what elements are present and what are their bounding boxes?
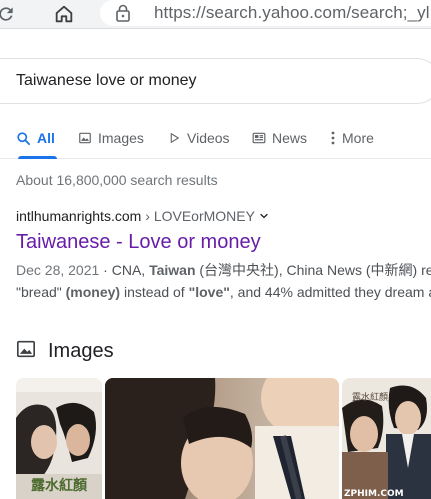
result-date: Dec 28, 2021: [16, 262, 100, 278]
image-icon: [78, 131, 92, 145]
poster-3-site: ZPHIM.COM: [344, 489, 404, 499]
tab-more[interactable]: More: [330, 118, 374, 158]
search-input[interactable]: Taiwanese love or money: [16, 72, 197, 90]
snippet-line-1: Dec 28, 2021 · CNA, Taiwan (台灣中央社), Chin…: [16, 259, 431, 281]
tab-images-label: Images: [98, 130, 144, 146]
tab-news[interactable]: News: [252, 118, 307, 158]
tab-news-label: News: [272, 130, 308, 146]
poster-1-title: 露水紅顏: [31, 477, 88, 494]
image-thumbnail-1[interactable]: 露水紅顏: [16, 378, 102, 499]
tab-all-label: All: [37, 130, 55, 146]
browser-toolbar: https://search.yahoo.com/search;_yl: [0, 0, 431, 29]
tab-images[interactable]: Images: [78, 118, 144, 158]
snippet-bold: Taiwan: [149, 262, 196, 278]
tab-videos[interactable]: Videos: [168, 118, 230, 158]
search-icon: [16, 131, 31, 146]
tab-all[interactable]: All: [16, 118, 57, 159]
snippet-line-2: "bread" (money) instead of "love", and 4…: [16, 281, 431, 303]
snippet-bold: "love": [188, 284, 230, 300]
search-result: intlhumanrights.com › LOVEorMONEY Taiwan…: [16, 208, 431, 303]
image-icon: [16, 340, 36, 363]
result-cite: intlhumanrights.com › LOVEorMONEY: [16, 208, 431, 224]
news-icon: [252, 131, 266, 145]
snippet-text: , and 44% admitted they dream all: [229, 284, 431, 300]
chevron-down-icon[interactable]: [258, 210, 270, 222]
snippet-text: (台灣中央社), China News (中新網) repo: [195, 262, 431, 278]
result-snippet: Dec 28, 2021 · CNA, Taiwan (台灣中央社), Chin…: [16, 259, 431, 303]
image-thumbnail-2[interactable]: [105, 378, 339, 499]
result-domain: intlhumanrights.com: [16, 208, 142, 224]
snippet-text: · CNA,: [99, 262, 150, 278]
image-thumbnail-3[interactable]: 露水紅顏 ZPHIM.COM: [342, 378, 431, 499]
result-title-link[interactable]: Taiwanese - Love or money: [16, 231, 431, 254]
home-button[interactable]: [52, 2, 76, 26]
tab-videos-label: Videos: [187, 130, 230, 146]
snippet-bold: (money): [65, 284, 121, 300]
address-bar[interactable]: https://search.yahoo.com/search;_yl: [100, 0, 431, 26]
result-path: › LOVEorMONEY: [145, 208, 255, 224]
result-stats: About 16,800,000 search results: [16, 172, 218, 188]
tab-more-label: More: [342, 130, 374, 146]
poster-3-title: 露水紅顏: [352, 391, 388, 403]
search-tabs: All Images Videos News More: [0, 118, 431, 159]
search-box[interactable]: Taiwanese love or money: [0, 58, 431, 104]
images-section-header[interactable]: Images: [16, 340, 114, 363]
reload-icon: [0, 7, 13, 21]
snippet-text: "bread": [16, 284, 66, 300]
url-text: https://search.yahoo.com/search;_yl: [154, 3, 430, 22]
reload-button[interactable]: [0, 2, 18, 26]
snippet-text: instead of: [120, 284, 189, 300]
images-section-title: Images: [48, 340, 114, 362]
more-vertical-icon: [330, 131, 336, 145]
play-icon: [168, 131, 181, 145]
lock-icon: [115, 4, 131, 27]
home-icon: [55, 5, 73, 23]
